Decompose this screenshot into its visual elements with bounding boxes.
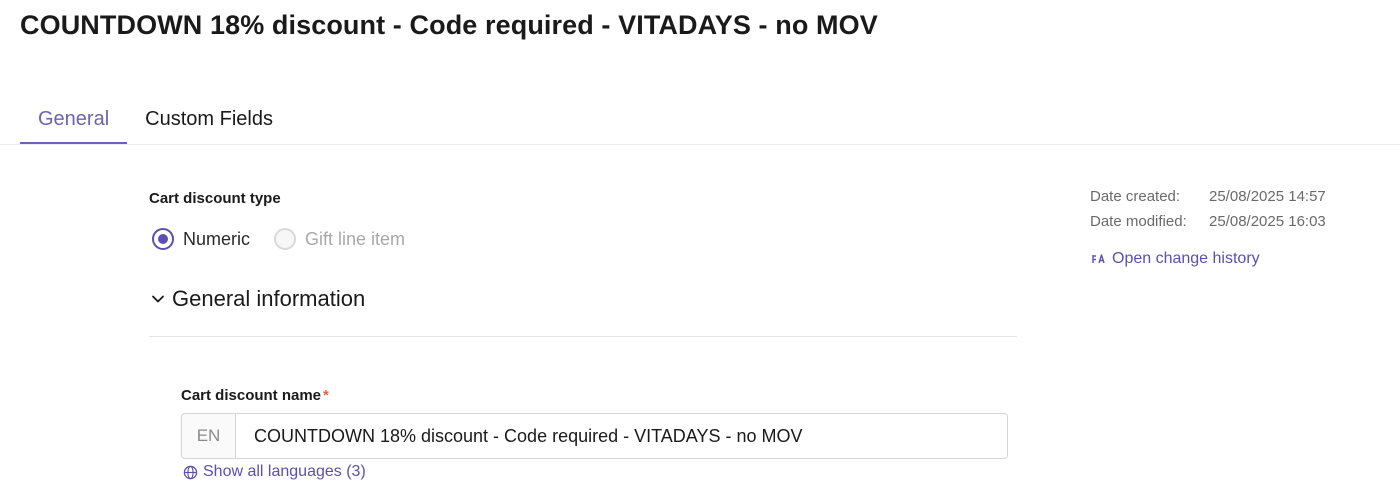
date-modified-row: Date modified: 25/08/2025 16:03 [1090,209,1326,234]
open-change-history-text: Open change history [1112,250,1260,267]
globe-icon [183,465,198,479]
radio-gift-line-item [274,228,297,250]
general-information-title: General information [172,286,366,311]
tab-bar: General Custom Fields [20,100,291,144]
discount-type-radio-group: Numeric Gift line item [152,228,429,250]
cart-discount-name-input-group: EN [181,413,1008,459]
section-divider [149,336,1017,337]
metadata-panel: Date created: 25/08/2025 14:57 Date modi… [1090,184,1326,234]
general-information-toggle[interactable]: General information [150,286,365,312]
page-title: COUNTDOWN 18% discount - Code required -… [20,10,878,40]
tab-general[interactable]: General [20,100,128,144]
radio-option-numeric[interactable]: Numeric [152,228,250,250]
radio-numeric[interactable] [152,228,174,250]
required-marker: * [323,387,329,404]
radio-gift-line-item-label: Gift line item [305,228,406,249]
page: COUNTDOWN 18% discount - Code required -… [0,0,1400,498]
cart-discount-name-input[interactable] [236,414,1007,458]
show-all-languages-text: Show all languages (3) [203,463,366,480]
date-created-label: Date created: [1090,188,1181,205]
tabs-divider [0,144,1400,145]
date-modified-label: Date modified: [1090,213,1187,230]
language-prefix: EN [182,414,236,458]
date-modified-value: 25/08/2025 16:03 [1209,213,1326,230]
cart-discount-name-label: Cart discount name * [181,387,329,404]
tab-custom-fields[interactable]: Custom Fields [127,100,291,144]
show-all-languages-link[interactable]: Show all languages (3) [183,463,366,481]
history-icon [1092,254,1105,264]
date-created-row: Date created: 25/08/2025 14:57 [1090,184,1326,209]
cart-discount-name-label-text: Cart discount name [181,387,322,404]
chevron-down-icon [152,295,164,303]
open-change-history-link[interactable]: Open change history [1091,250,1260,268]
cart-discount-type-label: Cart discount type [149,190,281,207]
radio-option-gift-line-item: Gift line item [274,228,405,250]
radio-numeric-label: Numeric [183,228,251,249]
date-created-value: 25/08/2025 14:57 [1209,188,1326,205]
